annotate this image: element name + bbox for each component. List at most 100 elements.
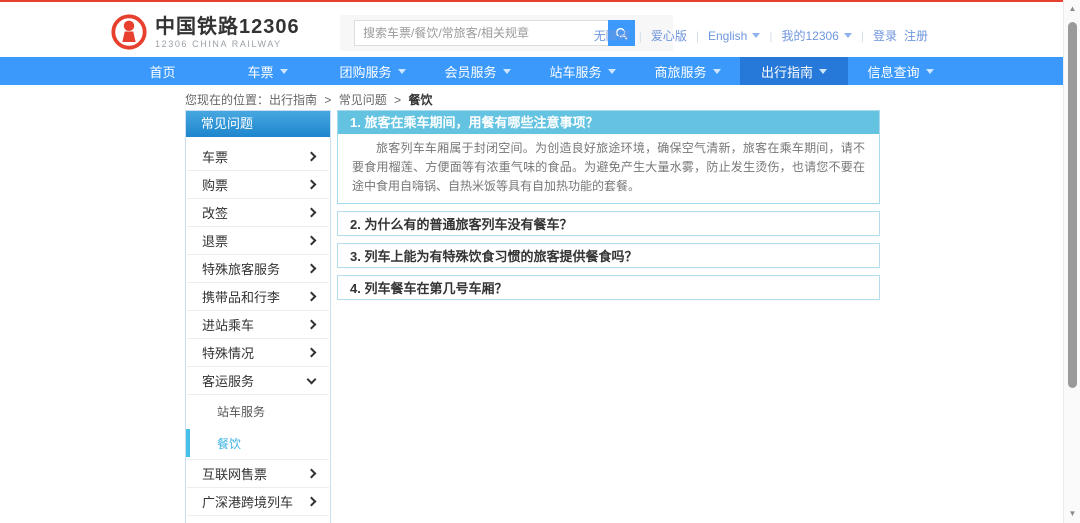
page: 中国铁路12306 12306 CHINA RAILWAY 无障碍 | 爱心版 … bbox=[0, 0, 1080, 523]
scroll-down-arrow-icon[interactable]: ▼ bbox=[1064, 506, 1080, 522]
nav-item-group-service[interactable]: 团购服务 bbox=[320, 57, 425, 85]
sidebar-item-label: 退票 bbox=[202, 231, 228, 250]
site-title: 中国铁路12306 bbox=[155, 16, 300, 38]
chevron-down-icon bbox=[307, 374, 317, 384]
faq-content: 1. 旅客在乘车期间，用餐有哪些注意事项？ 旅客列车车厢属于封闭空间。为创造良好… bbox=[337, 110, 880, 307]
main-nav: 首页 车票 团购服务 会员服务 站车服务 商旅服务 出行指南 信息查询 bbox=[0, 57, 1063, 85]
utility-links: 无障碍 | 爱心版 | English | 我的12306 | 登录 注册 bbox=[594, 27, 928, 44]
chevron-down-icon bbox=[503, 69, 511, 74]
sidebar-item-boarding[interactable]: 进站乘车 bbox=[187, 311, 329, 339]
faq-answer-text: 旅客列车车厢属于封闭空间。为创造良好旅途环境，确保空气清新，旅客在乘车期间，请不… bbox=[352, 139, 865, 196]
sidebar-item-label: 改签 bbox=[202, 203, 228, 222]
scrollbar[interactable]: ▲ ▼ bbox=[1063, 0, 1080, 523]
sidebar-title: 常见问题 bbox=[186, 111, 330, 137]
breadcrumb-faq[interactable]: 常见问题 bbox=[339, 93, 387, 107]
nav-items: 首页 车票 团购服务 会员服务 站车服务 商旅服务 出行指南 信息查询 bbox=[110, 57, 953, 85]
nav-label: 商旅服务 bbox=[654, 62, 706, 81]
sidebar-item-label: 客运服务 bbox=[202, 371, 254, 390]
sidebar-subitem-dining[interactable]: 餐饮 bbox=[187, 427, 329, 459]
faq-sidebar: 常见问题 车票 购票 改签 退票 特殊旅客服务 携带品和行李 进站乘车 bbox=[185, 110, 331, 523]
link-accessibility[interactable]: 无障碍 bbox=[594, 27, 630, 44]
logo-text: 中国铁路12306 12306 CHINA RAILWAY bbox=[155, 16, 300, 49]
sidebar-item-label: 互联网售票 bbox=[202, 464, 267, 483]
nav-label: 出行指南 bbox=[761, 62, 813, 81]
sidebar-item-passenger-service[interactable]: 客运服务 bbox=[187, 367, 329, 395]
nav-label: 团购服务 bbox=[339, 62, 391, 81]
chevron-right-icon bbox=[307, 469, 317, 479]
logo[interactable]: 中国铁路12306 12306 CHINA RAILWAY bbox=[110, 13, 300, 51]
nav-label: 首页 bbox=[149, 62, 175, 81]
sidebar-item-label: 广深港跨境列车 bbox=[202, 492, 293, 511]
breadcrumb-separator: > bbox=[324, 93, 331, 107]
active-indicator-bar bbox=[186, 429, 190, 457]
link-care-edition[interactable]: 爱心版 bbox=[651, 27, 687, 44]
sidebar-item-special-cases[interactable]: 特殊情况 bbox=[187, 339, 329, 367]
link-english[interactable]: English bbox=[708, 29, 747, 43]
site-subtitle: 12306 CHINA RAILWAY bbox=[155, 39, 300, 49]
faq-item-4[interactable]: 4. 列车餐车在第几号车厢？ bbox=[337, 275, 880, 300]
nav-item-station-service[interactable]: 站车服务 bbox=[530, 57, 635, 85]
breadcrumb-separator: > bbox=[394, 93, 401, 107]
chevron-right-icon bbox=[307, 497, 317, 507]
scroll-up-arrow-icon[interactable]: ▲ bbox=[1064, 1, 1080, 17]
faq-item-2[interactable]: 2. 为什么有的普通旅客列车没有餐车？ bbox=[337, 211, 880, 236]
nav-item-business-travel[interactable]: 商旅服务 bbox=[635, 57, 740, 85]
sidebar-item-luggage[interactable]: 携带品和行李 bbox=[187, 283, 329, 311]
sidebar-item-special-passenger[interactable]: 特殊旅客服务 bbox=[187, 255, 329, 283]
scrollbar-thumb[interactable] bbox=[1068, 22, 1077, 388]
sidebar-item-gz-sz-hk-trains[interactable]: 广深港跨境列车 bbox=[187, 488, 329, 516]
sidebar-item-rebook[interactable]: 改签 bbox=[187, 199, 329, 227]
sidebar-item-buy-tickets[interactable]: 购票 bbox=[187, 171, 329, 199]
sidebar-item-label: 进站乘车 bbox=[202, 315, 254, 334]
link-register[interactable]: 注册 bbox=[904, 27, 928, 44]
nav-item-info-query[interactable]: 信息查询 bbox=[848, 57, 953, 85]
divider: | bbox=[769, 29, 772, 43]
nav-label: 车票 bbox=[247, 62, 273, 81]
chevron-down-icon bbox=[926, 69, 934, 74]
sidebar-subitem-station-service[interactable]: 站车服务 bbox=[187, 395, 329, 427]
nav-item-tickets[interactable]: 车票 bbox=[215, 57, 320, 85]
faq-question-4: 4. 列车餐车在第几号车厢？ bbox=[350, 278, 507, 297]
chevron-right-icon bbox=[307, 264, 317, 274]
sidebar-subitem-label: 餐饮 bbox=[217, 435, 241, 452]
breadcrumb-travel-guide[interactable]: 出行指南 bbox=[269, 93, 317, 107]
sidebar-item-label: 车票 bbox=[202, 147, 228, 166]
chevron-down-icon bbox=[280, 69, 288, 74]
faq-question-3: 3. 列车上能为有特殊饮食习惯的旅客提供餐食吗？ bbox=[350, 246, 637, 265]
site-header: 中国铁路12306 12306 CHINA RAILWAY 无障碍 | 爱心版 … bbox=[0, 2, 1063, 57]
chevron-down-icon bbox=[844, 33, 852, 38]
chevron-right-icon bbox=[307, 152, 317, 162]
faq-item-3[interactable]: 3. 列车上能为有特殊饮食习惯的旅客提供餐食吗？ bbox=[337, 243, 880, 268]
chevron-right-icon bbox=[307, 208, 317, 218]
sidebar-item-label: 特殊旅客服务 bbox=[202, 259, 280, 278]
sidebar-list: 车票 购票 改签 退票 特殊旅客服务 携带品和行李 进站乘车 特殊情况 bbox=[186, 137, 330, 516]
sidebar-sublist: 站车服务 餐饮 bbox=[187, 395, 329, 460]
railway-logo-icon bbox=[110, 13, 148, 51]
sidebar-item-label: 携带品和行李 bbox=[202, 287, 280, 306]
nav-label: 信息查询 bbox=[867, 62, 919, 81]
chevron-right-icon bbox=[307, 348, 317, 358]
link-my12306[interactable]: 我的12306 bbox=[781, 27, 838, 44]
sidebar-item-label: 特殊情况 bbox=[202, 343, 254, 362]
chevron-down-icon bbox=[819, 69, 827, 74]
sidebar-item-tickets[interactable]: 车票 bbox=[187, 143, 329, 171]
sidebar-item-refund[interactable]: 退票 bbox=[187, 227, 329, 255]
nav-item-member-service[interactable]: 会员服务 bbox=[425, 57, 530, 85]
chevron-right-icon bbox=[307, 236, 317, 246]
faq-question-1[interactable]: 1. 旅客在乘车期间，用餐有哪些注意事项？ bbox=[338, 111, 879, 134]
faq-answer-1: 旅客列车车厢属于封闭空间。为创造良好旅途环境，确保空气清新，旅客在乘车期间，请不… bbox=[338, 134, 879, 203]
divider: | bbox=[861, 29, 864, 43]
chevron-right-icon bbox=[307, 320, 317, 330]
search-input[interactable] bbox=[354, 20, 608, 46]
link-login[interactable]: 登录 bbox=[873, 27, 897, 44]
breadcrumb-prefix: 您现在的位置： bbox=[185, 93, 269, 107]
nav-item-home[interactable]: 首页 bbox=[110, 57, 215, 85]
sidebar-item-label: 购票 bbox=[202, 175, 228, 194]
chevron-down-icon bbox=[752, 33, 760, 38]
sidebar-item-internet-ticketing[interactable]: 互联网售票 bbox=[187, 460, 329, 488]
faq-question-2: 2. 为什么有的普通旅客列车没有餐车？ bbox=[350, 214, 572, 233]
breadcrumb: 您现在的位置：出行指南 > 常见问题 > 餐饮 bbox=[185, 91, 432, 108]
nav-label: 会员服务 bbox=[444, 62, 496, 81]
nav-item-travel-guide[interactable]: 出行指南 bbox=[740, 57, 848, 85]
nav-label: 站车服务 bbox=[549, 62, 601, 81]
